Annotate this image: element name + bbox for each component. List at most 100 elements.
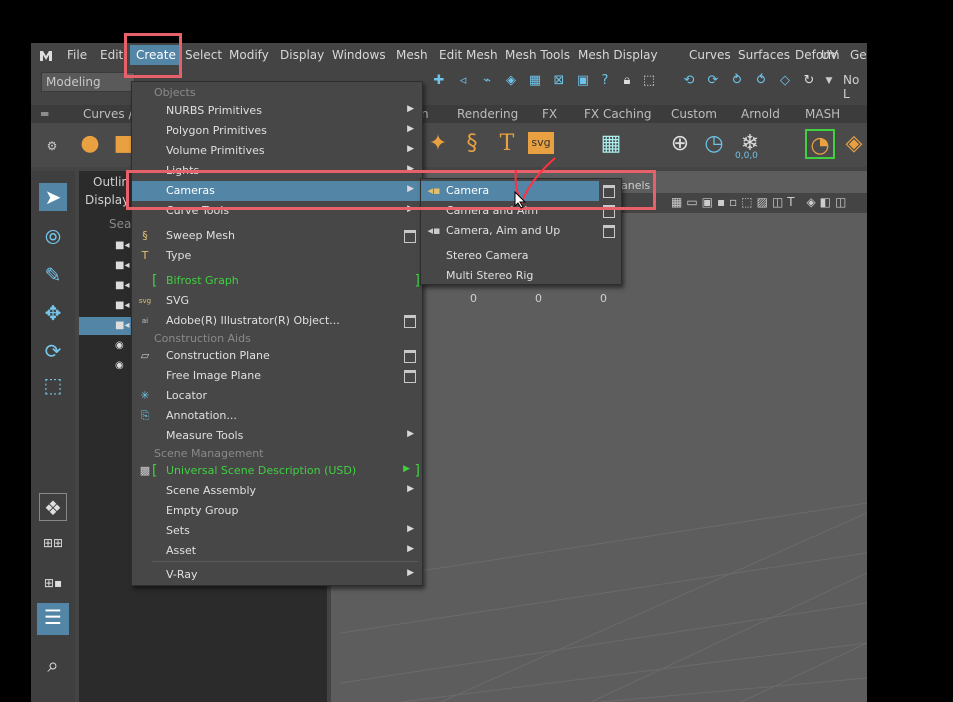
select-component-icon[interactable]: ⥁ [729, 73, 745, 89]
snap-live-icon[interactable]: ⊠ [551, 73, 567, 89]
menu-item-type[interactable]: T Type [132, 246, 422, 266]
chevron-down-icon[interactable]: ▼ [821, 73, 837, 89]
gear-icon[interactable]: ⚙ [37, 131, 67, 161]
option-box-icon[interactable] [404, 370, 416, 383]
single-view-icon[interactable]: ❖ [39, 493, 67, 521]
search-icon[interactable]: ⌕ [39, 651, 67, 679]
menu-item-usd[interactable]: ▩[Universal Scene Description (USD) ▶] [132, 461, 422, 481]
menu-item-multi-stereo-rig[interactable]: Multi Stereo Rig [421, 266, 621, 286]
menu-item-illustrator[interactable]: ai Adobe(R) Illustrator(R) Object... [132, 311, 422, 331]
tab-custom[interactable]: Custom [671, 107, 717, 121]
snap-surface-icon[interactable]: ▦ [527, 73, 543, 89]
outliner-view-icon[interactable]: ☰ [37, 603, 69, 635]
value-z: 0 [600, 292, 607, 305]
viewport-icons[interactable]: ▦▭▣▪▫⬚▨◫T ◈◧◫ [671, 195, 850, 209]
snap-curve-icon[interactable]: ◃ [455, 73, 471, 89]
locator-icon[interactable]: ⊕ [665, 129, 695, 159]
option-box-icon[interactable] [404, 315, 416, 328]
menu-edit-mesh[interactable]: Edit Mesh [439, 48, 498, 62]
select-vertex-icon[interactable]: ⥀ [753, 73, 769, 89]
menu-item-svg[interactable]: svg SVG [132, 291, 422, 311]
menu-item-nurbs[interactable]: NURBS Primitives ▶ [132, 101, 422, 121]
sweep-icon[interactable]: § [457, 129, 487, 159]
camera-icon: ■◂ [115, 240, 130, 251]
menu-item-annotation[interactable]: ⎘ Annotation... [132, 406, 422, 426]
menu-uv[interactable]: UV [821, 48, 838, 62]
snap-view-icon[interactable]: ◈ [503, 73, 519, 89]
bracket-left-icon: [ [152, 463, 158, 479]
menu-item-sweep-mesh[interactable]: § Sweep Mesh [132, 226, 422, 246]
chevron-right-icon: ▶ [407, 524, 414, 534]
menu-ge[interactable]: Ge [850, 48, 867, 62]
outliner-display-menu[interactable]: Display [85, 193, 129, 207]
lock-icon[interactable]: 🔒︎ [619, 73, 635, 89]
menu-modify[interactable]: Modify [229, 48, 269, 62]
lasso-tool-icon[interactable]: ⦾ [39, 223, 67, 251]
menu-item-volume[interactable]: Volume Primitives ▶ [132, 141, 422, 161]
menu-item-free-image-plane[interactable]: Free Image Plane [132, 366, 422, 386]
two-view-icon[interactable]: ⊞▪ [39, 569, 67, 597]
menu-item-stereo-camera[interactable]: Stereo Camera [421, 246, 621, 266]
menu-mesh-tools[interactable]: Mesh Tools [505, 48, 570, 62]
four-view-icon[interactable]: ⊞⊞ [39, 529, 67, 557]
camera-icon: ■◂ [115, 320, 130, 331]
outliner-title: Outlin [93, 175, 130, 189]
menu-item-measure-tools[interactable]: Measure Tools ▶ [132, 426, 422, 446]
layers-icon[interactable]: ◈ [839, 129, 867, 159]
menu-display[interactable]: Display [280, 48, 324, 62]
tab-mash[interactable]: MASH [805, 107, 840, 121]
mode-selector[interactable]: Modeling [41, 72, 135, 92]
menu-select[interactable]: Select [185, 48, 222, 62]
menu-item-empty-group[interactable]: Empty Group [132, 501, 422, 521]
snap-grid-icon[interactable]: ✚ [431, 73, 447, 89]
tab-arnold[interactable]: Arnold [741, 107, 780, 121]
menu-mesh-display[interactable]: Mesh Display [578, 48, 658, 62]
star-icon[interactable]: ✦ [423, 129, 453, 159]
menu-item-construction-plane[interactable]: ▱ Construction Plane [132, 346, 422, 366]
create-menu: Objects NURBS Primitives ▶ Polygon Primit… [131, 81, 423, 586]
select-edge-icon[interactable]: ◇ [777, 73, 793, 89]
clock-icon[interactable]: ◷ [699, 129, 729, 159]
menu-item-sets[interactable]: Sets ▶ [132, 521, 422, 541]
shelf-menu-icon[interactable]: ═ [41, 107, 48, 121]
menu-item-scene-assembly[interactable]: Scene Assembly ▶ [132, 481, 422, 501]
select-face-icon[interactable]: ↻ [801, 73, 817, 89]
help-icon[interactable]: ? [597, 73, 613, 89]
menu-mesh[interactable]: Mesh [396, 48, 428, 62]
menu-edit[interactable]: Edit [100, 48, 123, 62]
calendar-icon[interactable]: ▦ [596, 129, 626, 159]
move-tool-icon[interactable]: ✥ [39, 299, 67, 327]
bifrost-icon[interactable]: ◔ [805, 129, 835, 159]
select-tool-icon[interactable]: ➤ [39, 183, 67, 211]
menu-surfaces[interactable]: Surfaces [738, 48, 790, 62]
tab-fx[interactable]: FX [542, 107, 557, 121]
bracket-right-icon: ] [414, 463, 420, 479]
menu-windows[interactable]: Windows [332, 48, 386, 62]
menu-item-vray[interactable]: V-Ray ▶ [132, 565, 422, 585]
select-icon[interactable]: ⬚ [641, 73, 657, 89]
menu-item-camera-aim-up[interactable]: ◂▪ Camera, Aim and Up [421, 221, 621, 241]
mouse-cursor-icon [514, 191, 527, 209]
select-object-icon[interactable]: ⟳ [705, 73, 721, 89]
sphere-icon[interactable]: ● [75, 129, 105, 159]
menu-file[interactable]: File [67, 48, 87, 62]
bracket-left-icon: [ [152, 273, 158, 289]
tab-rendering[interactable]: Rendering [457, 107, 518, 121]
menu-item-bifrost[interactable]: [Bifrost Graph] [132, 271, 422, 291]
rotate-tool-icon[interactable]: ⟳ [39, 337, 67, 365]
chevron-right-icon: ▶ [407, 144, 414, 154]
paint-tool-icon[interactable]: ✎ [39, 261, 67, 289]
option-box-icon[interactable] [404, 230, 416, 243]
tab-fx-caching[interactable]: FX Caching [584, 107, 651, 121]
scale-tool-icon[interactable]: ⬚ [39, 371, 67, 399]
option-box-icon[interactable] [603, 225, 615, 238]
snap-point-icon[interactable]: ⌁ [479, 73, 495, 89]
menu-item-locator[interactable]: ✳ Locator [132, 386, 422, 406]
select-hierarchy-icon[interactable]: ⟲ [681, 73, 697, 89]
menu-item-asset[interactable]: Asset ▶ [132, 541, 422, 561]
option-box-icon[interactable] [404, 350, 416, 363]
menu-item-polygon[interactable]: Polygon Primitives ▶ [132, 121, 422, 141]
menu-curves[interactable]: Curves [689, 48, 731, 62]
snap-settings-icon[interactable]: ▣ [575, 73, 591, 89]
outliner-search[interactable]: Sea [109, 217, 131, 231]
